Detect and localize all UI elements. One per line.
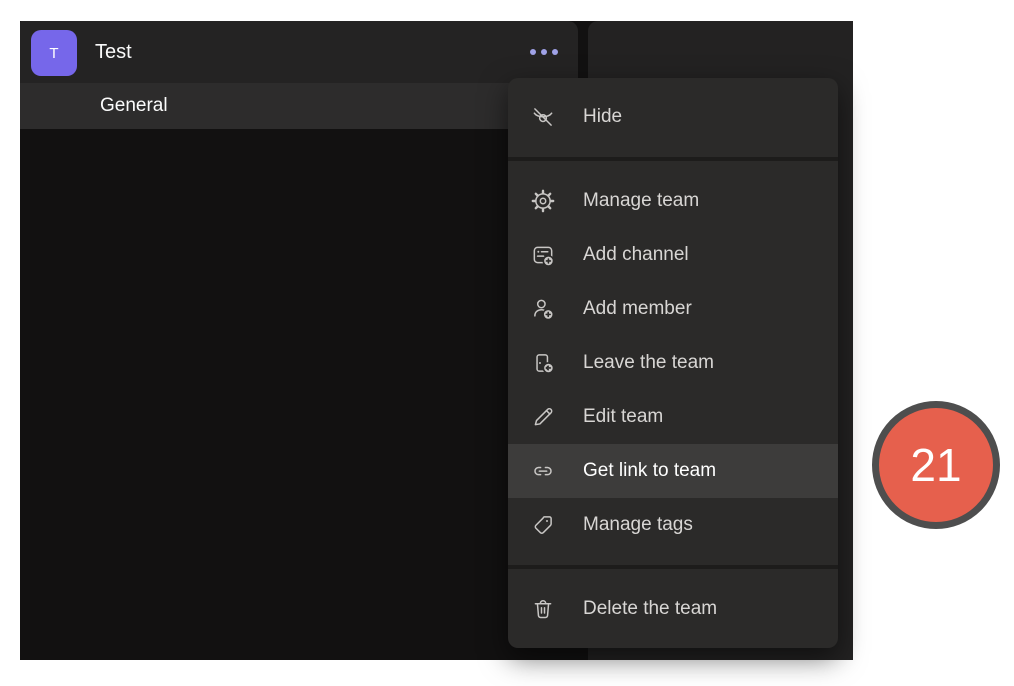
- menu-item-label: Manage tags: [583, 514, 693, 536]
- teams-sidebar: T Test General: [20, 21, 578, 660]
- person-add-icon: [530, 296, 556, 322]
- menu-item-get-link-to-team[interactable]: Get link to team: [508, 444, 838, 498]
- pencil-icon: [530, 404, 556, 430]
- menu-item-hide[interactable]: Hide: [508, 90, 838, 144]
- menu-item-label: Hide: [583, 106, 622, 128]
- gear-icon: [530, 188, 556, 214]
- channel-add-icon: [530, 242, 556, 268]
- team-context-menu: Hide Manage team: [508, 78, 838, 648]
- menu-divider: [508, 565, 838, 569]
- tag-icon: [530, 512, 556, 538]
- team-name: Test: [95, 21, 132, 83]
- team-avatar: T: [31, 30, 77, 76]
- eye-off-icon: [530, 104, 556, 130]
- annotation-badge-21: 21: [872, 401, 1000, 529]
- menu-item-label: Leave the team: [583, 352, 714, 374]
- team-avatar-initial: T: [49, 45, 58, 62]
- menu-item-label: Add member: [583, 298, 692, 320]
- menu-item-label: Manage team: [583, 190, 699, 212]
- menu-item-label: Get link to team: [583, 460, 716, 482]
- channel-name: General: [100, 83, 168, 129]
- trash-icon: [530, 596, 556, 622]
- menu-item-label: Delete the team: [583, 598, 717, 620]
- menu-item-add-member[interactable]: Add member: [508, 282, 838, 336]
- menu-divider: [508, 157, 838, 161]
- annotation-badge-number: 21: [910, 438, 961, 492]
- menu-item-add-channel[interactable]: Add channel: [508, 228, 838, 282]
- link-icon: [530, 458, 556, 484]
- menu-item-label: Edit team: [583, 406, 663, 428]
- channel-row-general[interactable]: General: [20, 83, 578, 129]
- menu-item-manage-tags[interactable]: Manage tags: [508, 498, 838, 552]
- menu-item-label: Add channel: [583, 244, 689, 266]
- menu-item-manage-team[interactable]: Manage team: [508, 174, 838, 228]
- menu-item-delete-team[interactable]: Delete the team: [508, 582, 838, 636]
- team-more-options-button[interactable]: [518, 37, 570, 67]
- team-row-test[interactable]: T Test: [20, 21, 578, 83]
- menu-item-leave-team[interactable]: Leave the team: [508, 336, 838, 390]
- door-arrow-leave-icon: [530, 350, 556, 376]
- menu-item-edit-team[interactable]: Edit team: [508, 390, 838, 444]
- more-options-icon: [530, 49, 536, 55]
